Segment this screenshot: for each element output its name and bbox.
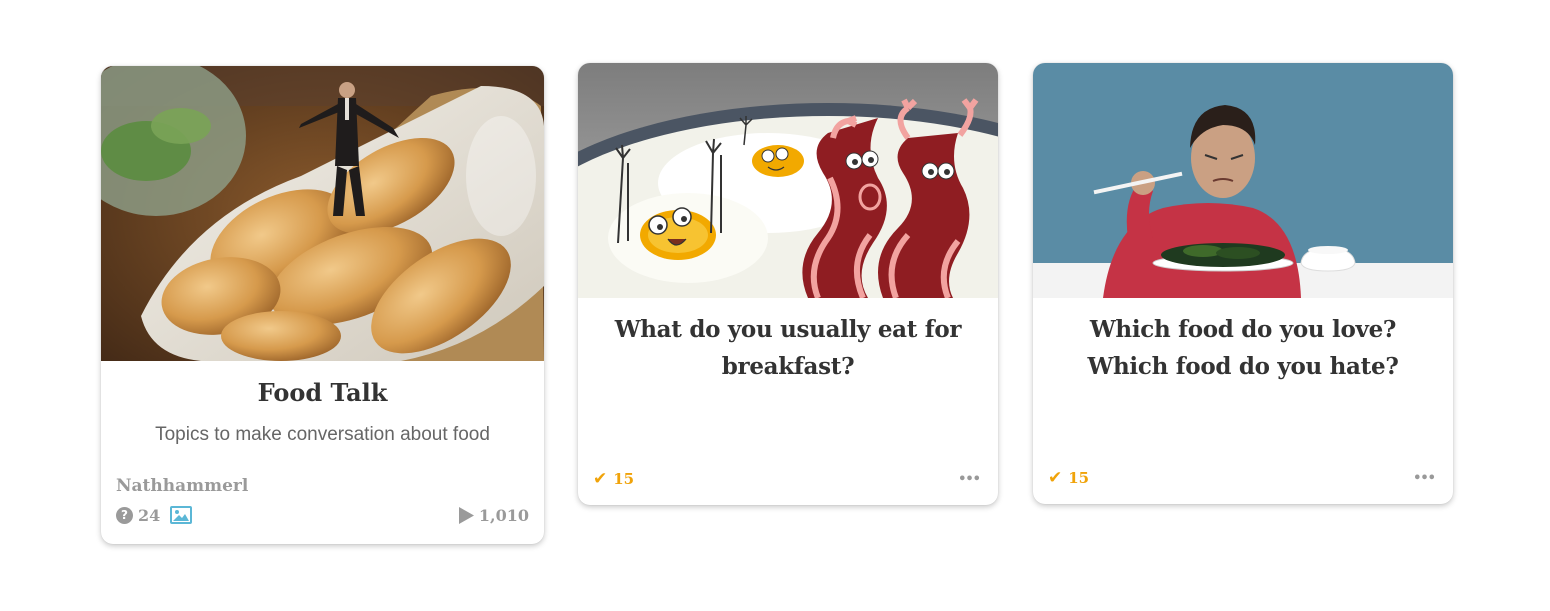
- card-image-kid-eating[interactable]: [1033, 63, 1453, 298]
- more-icon[interactable]: •••: [1413, 471, 1436, 486]
- card-title[interactable]: Which food do you love? Which food do yo…: [1053, 311, 1433, 385]
- card-breakfast[interactable]: What do you usually eat for breakfast? ✔…: [578, 63, 998, 505]
- card-food-talk[interactable]: Food Talk Topics to make conversation ab…: [101, 66, 544, 544]
- card-footer: ✔ 15 •••: [1048, 466, 1436, 490]
- card-image-eggs-and-bacon[interactable]: [578, 63, 998, 298]
- vote-count: 15: [1068, 469, 1090, 487]
- vote-count: 15: [613, 470, 635, 488]
- play-count: 1,010: [478, 505, 529, 525]
- card-description: Topics to make conversation about food: [155, 424, 490, 445]
- card-love-hate[interactable]: Which food do you love? Which food do yo…: [1033, 63, 1453, 504]
- check-icon: ✔: [1048, 468, 1063, 488]
- card-title[interactable]: Food Talk: [121, 378, 524, 408]
- check-icon: ✔: [593, 469, 608, 489]
- card-title[interactable]: What do you usually eat for breakfast?: [598, 311, 978, 385]
- question-count: 24: [138, 505, 161, 525]
- more-icon[interactable]: •••: [958, 472, 981, 487]
- question-icon: ?: [116, 506, 133, 524]
- card-author[interactable]: Nathhammerl: [116, 476, 248, 496]
- play-icon: [458, 506, 474, 524]
- card-stats: ? 24 1,010: [116, 504, 529, 526]
- card-image-breadsticks[interactable]: [101, 66, 544, 361]
- image-icon: [170, 506, 193, 524]
- card-footer: ✔ 15 •••: [593, 467, 981, 491]
